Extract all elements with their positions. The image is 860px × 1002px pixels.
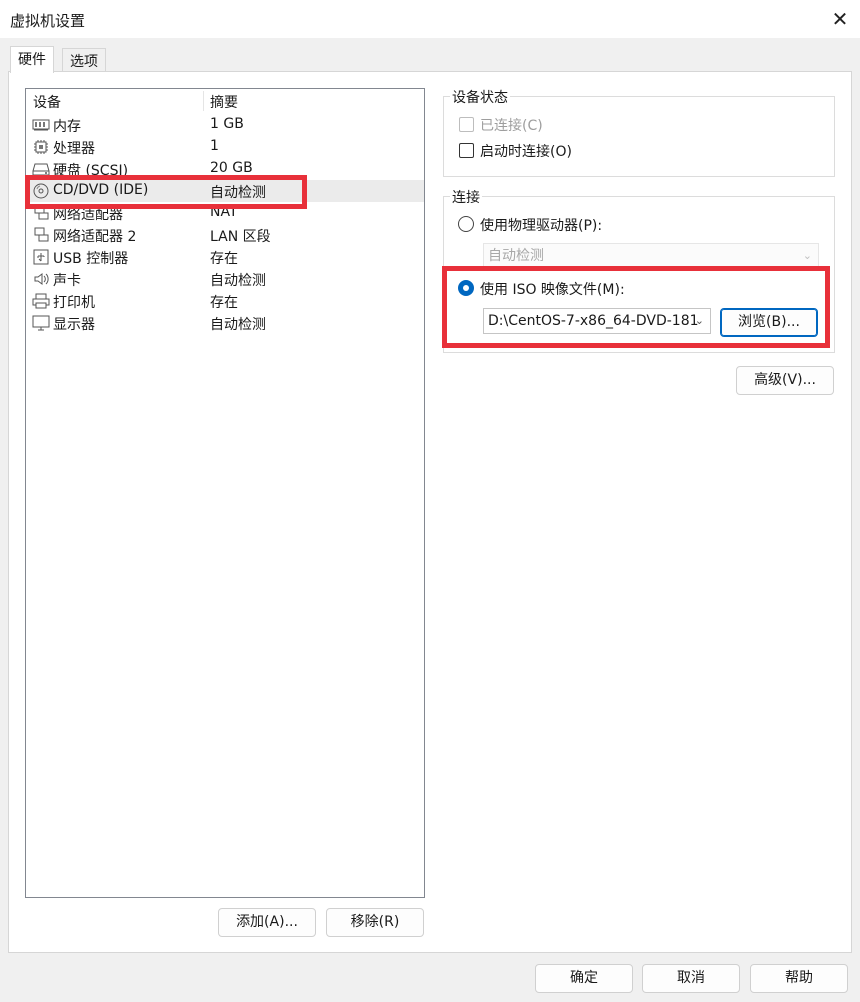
- usb-icon: [32, 249, 50, 265]
- device-summary: 20 GB: [210, 160, 253, 176]
- device-row-hard-disk[interactable]: 硬盘 (SCSI) 20 GB: [26, 158, 424, 180]
- device-name: 网络适配器: [53, 207, 123, 223]
- monitor-icon: [32, 315, 50, 331]
- advanced-button[interactable]: 高级(V)...: [736, 366, 834, 395]
- physical-drive-value: 自动检测: [488, 248, 544, 264]
- column-header-device[interactable]: 设备: [33, 92, 61, 112]
- device-name: 打印机: [53, 295, 95, 311]
- memory-icon: [32, 117, 50, 133]
- device-row-printer[interactable]: 打印机 存在: [26, 290, 424, 312]
- device-summary: 1: [210, 138, 219, 154]
- connection-title: 连接: [450, 187, 482, 207]
- tab-hardware[interactable]: 硬件: [10, 46, 54, 73]
- printer-icon: [32, 293, 50, 309]
- device-row-display[interactable]: 显示器 自动检测: [26, 312, 424, 334]
- device-name: 处理器: [53, 141, 95, 157]
- chevron-down-icon: ⌄: [802, 249, 812, 262]
- browse-button[interactable]: 浏览(B)...: [720, 308, 818, 337]
- iso-image-label: 使用 ISO 映像文件(M):: [480, 282, 625, 298]
- connect-on-power-checkbox[interactable]: [459, 143, 474, 158]
- device-name: 声卡: [53, 273, 81, 289]
- device-summary: 存在: [210, 295, 238, 311]
- device-status-group: [443, 96, 835, 177]
- cancel-button[interactable]: 取消: [642, 964, 740, 993]
- iso-image-radio[interactable]: [458, 280, 474, 296]
- device-name: CD/DVD (IDE): [53, 182, 149, 198]
- device-summary: 自动检测: [210, 185, 266, 201]
- close-icon: ✕: [831, 7, 849, 31]
- column-header-summary[interactable]: 摘要: [210, 92, 238, 112]
- column-separator[interactable]: [203, 91, 204, 111]
- connected-checkbox[interactable]: [459, 117, 474, 132]
- close-button[interactable]: ✕: [820, 0, 860, 38]
- network-adapter-icon: [32, 227, 50, 243]
- remove-device-button[interactable]: 移除(R): [326, 908, 424, 937]
- connect-on-power-label: 启动时连接(O): [480, 144, 572, 160]
- speaker-icon: [32, 271, 50, 287]
- physical-drive-select[interactable]: 自动检测 ⌄: [483, 243, 819, 269]
- device-name: 显示器: [53, 317, 95, 333]
- chevron-down-icon[interactable]: ⌄: [695, 309, 704, 333]
- hard-disk-icon: [32, 161, 50, 177]
- tab-options[interactable]: 选项: [62, 48, 106, 73]
- ok-button[interactable]: 确定: [535, 964, 633, 993]
- network-adapter-icon: [32, 205, 50, 221]
- device-name: 网络适配器 2: [53, 229, 137, 245]
- device-row-usb-controller[interactable]: USB 控制器 存在: [26, 246, 424, 268]
- device-list[interactable]: 设备 摘要 内存 1 GB 处理器 1 硬盘 (SCSI) 20 GB CD/D…: [25, 88, 425, 898]
- device-name: USB 控制器: [53, 251, 129, 267]
- device-row-sound-card[interactable]: 声卡 自动检测: [26, 268, 424, 290]
- device-summary: LAN 区段: [210, 229, 271, 245]
- device-name: 硬盘 (SCSI): [53, 163, 129, 179]
- connected-label: 已连接(C): [480, 118, 543, 134]
- window-title: 虚拟机设置: [10, 12, 86, 30]
- iso-path-combobox[interactable]: D:\CentOS-7-x86_64-DVD-181 ⌄: [483, 308, 711, 334]
- device-row-cd-dvd[interactable]: CD/DVD (IDE) 自动检测: [26, 180, 424, 202]
- device-name: 内存: [53, 119, 81, 135]
- device-summary: 自动检测: [210, 273, 266, 289]
- device-row-processor[interactable]: 处理器 1: [26, 136, 424, 158]
- cd-dvd-icon: [32, 183, 50, 199]
- device-row-network-adapter-2[interactable]: 网络适配器 2 LAN 区段: [26, 224, 424, 246]
- processor-icon: [32, 139, 50, 155]
- physical-drive-radio[interactable]: [458, 216, 474, 232]
- device-status-title: 设备状态: [450, 87, 510, 107]
- device-summary: 自动检测: [210, 317, 266, 333]
- device-summary: 1 GB: [210, 116, 244, 132]
- device-summary: 存在: [210, 251, 238, 267]
- help-button[interactable]: 帮助: [750, 964, 848, 993]
- list-header: 设备 摘要: [26, 89, 424, 113]
- iso-path-value: D:\CentOS-7-x86_64-DVD-181: [488, 313, 699, 329]
- tab-strip: 硬件 选项: [0, 38, 860, 73]
- device-summary: NAT: [210, 204, 238, 220]
- device-row-network-adapter[interactable]: 网络适配器 NAT: [26, 202, 424, 224]
- add-device-button[interactable]: 添加(A)...: [218, 908, 316, 937]
- physical-drive-label: 使用物理驱动器(P):: [480, 218, 603, 234]
- title-bar: 虚拟机设置 ✕: [0, 0, 860, 38]
- device-row-memory[interactable]: 内存 1 GB: [26, 114, 424, 136]
